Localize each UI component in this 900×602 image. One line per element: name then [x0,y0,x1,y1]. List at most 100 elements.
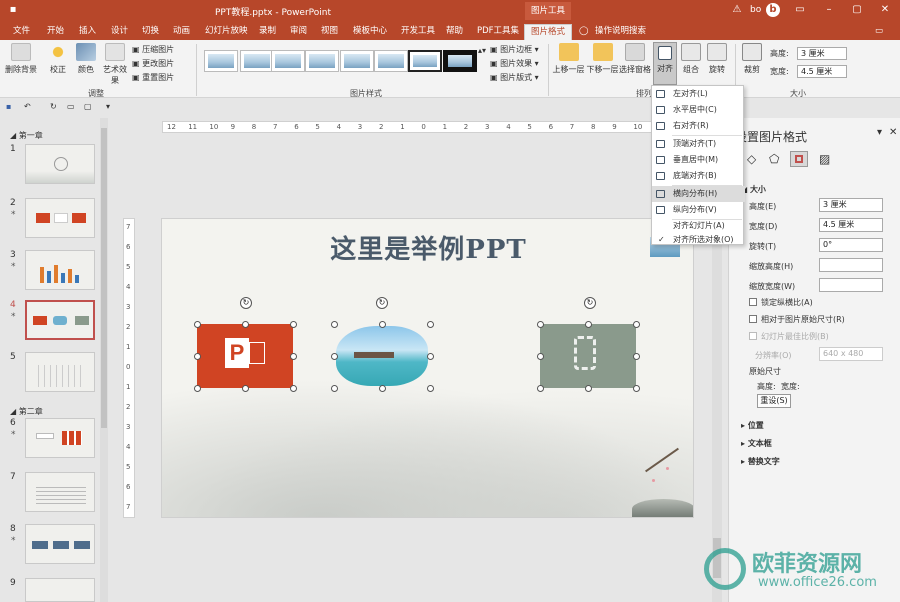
picture-style-8[interactable] [443,50,477,72]
slide-thumbnail-4[interactable] [25,300,95,340]
resize-handle[interactable] [427,353,434,360]
close-icon[interactable]: ✕ [878,3,892,17]
picture-style-7[interactable] [408,50,442,72]
menu-item-distribute-horizontally[interactable]: 横向分布(H) [652,186,745,202]
selection-pane-button[interactable]: 选择窗格 [619,43,651,75]
compress-pictures-button[interactable]: ▣ 压缩图片 [132,44,174,55]
tab-record[interactable]: 录制 [259,24,276,40]
rotate-handle[interactable]: ↻ [240,297,252,309]
new-slide-icon[interactable]: ▢ [84,102,92,111]
picture-style-5[interactable] [340,50,374,72]
menu-item-align-middle[interactable]: 垂直居中(M) [652,152,745,168]
resize-handle[interactable] [537,385,544,392]
bring-forward-button[interactable]: 上移一层 [552,43,585,75]
resize-handle[interactable] [633,385,640,392]
height-input[interactable]: 3 厘米 [819,198,883,212]
tab-animations[interactable]: 动画 [173,24,190,40]
tab-slideshow[interactable]: 幻灯片放映 [205,24,248,40]
styles-scroll-icon[interactable]: ▴▾ [478,46,486,55]
rotation-input[interactable]: 0° [819,238,883,252]
resize-handle[interactable] [194,353,201,360]
slide[interactable]: 这里是举例PPT P ↻ ↻ ↻ [161,218,694,518]
pane-close-icon[interactable]: ✕ [889,127,897,138]
send-backward-button[interactable]: 下移一层 [586,43,619,75]
fill-line-icon[interactable]: ◇ [747,152,756,166]
crop-button[interactable]: 裁剪 [740,43,764,75]
resize-handle[interactable] [331,321,338,328]
minimize-icon[interactable]: – [822,3,836,17]
slide-thumbnail-1[interactable] [25,144,95,184]
user-avatar[interactable]: b [766,3,780,17]
powerpoint-logo-picture[interactable]: P [197,324,293,388]
resize-handle[interactable] [585,321,592,328]
slide-thumbnail-7[interactable] [25,472,95,512]
ribbon-display-icon[interactable]: ▭ [793,3,807,17]
menu-item-align-top[interactable]: 顶端对齐(T) [652,136,745,152]
resize-handle[interactable] [427,385,434,392]
resize-handle[interactable] [290,385,297,392]
picture-style-3[interactable] [271,50,305,72]
resize-handle[interactable] [242,385,249,392]
resize-handle[interactable] [242,321,249,328]
customize-qat-icon[interactable]: ▾ [106,102,110,111]
height-input[interactable]: 3 厘米 [797,47,847,60]
rotate-handle[interactable]: ↻ [376,297,388,309]
menu-item-align-selected-objects[interactable]: ✓ 对齐所选对象(O) [652,232,745,248]
gray-sketch-picture[interactable] [540,324,636,388]
menu-item-align-left[interactable]: 左对齐(L) [652,86,745,102]
effects-icon[interactable]: ⬠ [769,152,779,166]
present-icon[interactable]: ▭ [67,102,75,111]
slide-thumbnail-5[interactable] [25,352,95,392]
resize-handle[interactable] [537,321,544,328]
width-input[interactable]: 4.5 厘米 [819,218,883,232]
best-scale-checkbox[interactable] [749,332,757,340]
tab-design[interactable]: 设计 [111,24,128,40]
resize-handle[interactable] [379,385,386,392]
slide-thumbnail-6[interactable] [25,418,95,458]
slide-title[interactable]: 这里是举例PPT [162,229,693,266]
remove-background-button[interactable]: 删除背景 [4,43,38,75]
width-input[interactable]: 4.5 厘米 [797,65,847,78]
resize-handle[interactable] [331,353,338,360]
correct-button[interactable]: 校正 [44,43,72,75]
tab-home[interactable]: 开始 [47,24,64,40]
comments-icon[interactable]: ▭ [875,24,883,40]
picture-style-2[interactable] [240,50,274,72]
picture-layout-button[interactable]: ▣ 图片版式 ▾ [490,72,539,83]
slide-thumbnail-2[interactable] [25,198,95,238]
resize-handle[interactable] [331,385,338,392]
menu-item-align-bottom[interactable]: 底端对齐(B) [652,168,745,184]
picture-style-1[interactable] [204,50,238,72]
tab-template-center[interactable]: 模板中心 [353,24,387,40]
picture-icon[interactable]: ▨ [819,152,830,166]
rotate-handle[interactable]: ↻ [584,297,596,309]
position-section-header[interactable]: ▸ 位置 [741,420,764,431]
picture-style-4[interactable] [305,50,339,72]
align-button[interactable]: 对齐 [653,42,677,85]
pane-dropdown-icon[interactable]: ▾ [877,127,882,138]
save-icon[interactable]: ▪ [6,102,11,111]
resize-handle[interactable] [633,353,640,360]
menu-item-distribute-vertically[interactable]: 纵向分布(V) [652,202,745,218]
tab-view[interactable]: 视图 [321,24,338,40]
resize-handle[interactable] [537,353,544,360]
tab-pdf-tools[interactable]: PDF工具集 [477,24,519,40]
picture-border-button[interactable]: ▣ 图片边框 ▾ [490,44,539,55]
slide-thumbnail-8[interactable] [25,524,95,564]
section-2-label[interactable]: ◢ 第二章 [10,406,43,417]
tab-file[interactable]: 文件 [13,24,30,40]
tab-picture-format[interactable]: 图片格式 [524,24,573,40]
scale-height-input[interactable] [819,258,883,272]
alt-text-section-header[interactable]: ▸ 替换文字 [741,456,780,467]
lock-aspect-checkbox[interactable] [749,298,757,306]
undo-icon[interactable]: ↶ [24,102,31,111]
menu-item-align-center[interactable]: 水平居中(C) [652,102,745,118]
resize-handle[interactable] [194,321,201,328]
size-properties-icon[interactable] [790,151,808,167]
tab-help[interactable]: 帮助 [446,24,463,40]
resize-handle[interactable] [427,321,434,328]
resize-handle[interactable] [290,353,297,360]
color-button[interactable]: 颜色 [74,43,98,75]
resolution-select[interactable]: 640 x 480 [819,347,883,361]
tab-review[interactable]: 审阅 [290,24,307,40]
